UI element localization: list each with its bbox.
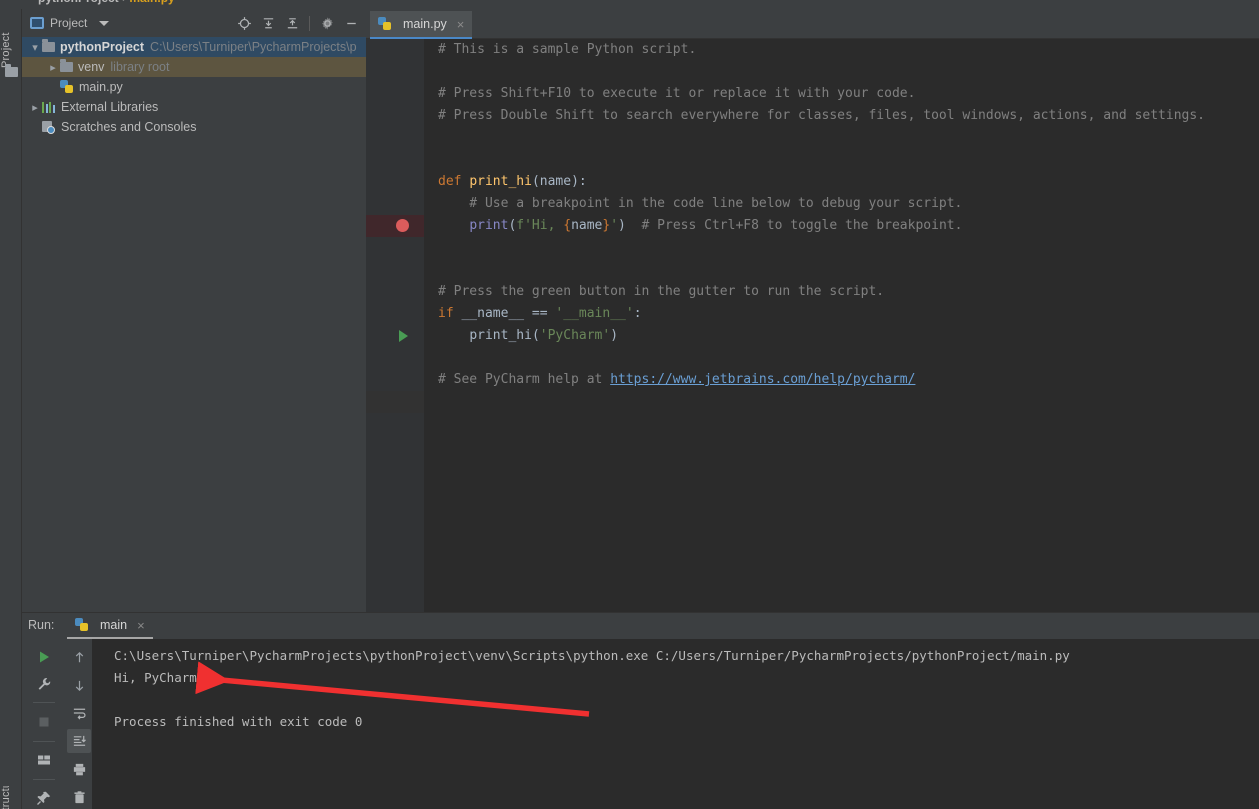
run-console[interactable]: C:\Users\Turniper\PycharmProjects\python…	[92, 639, 1259, 809]
python-file-icon	[75, 618, 89, 632]
project-tree[interactable]: pythonProject C:\Users\Turniper\PycharmP…	[22, 37, 366, 137]
toolbar-divider	[33, 702, 55, 704]
editor-tabbar: main.py ×	[366, 9, 1259, 39]
breakpoint-icon[interactable]	[396, 219, 409, 232]
layout-icon[interactable]	[32, 749, 56, 772]
tree-row[interactable]: Scratches and Consoles	[22, 117, 366, 137]
tree-row[interactable]: venv library root	[22, 57, 366, 77]
code-line: def print_hi(name):	[438, 174, 587, 189]
code-text[interactable]: # This is a sample Python script. # Pres…	[424, 39, 1259, 612]
console-line: C:\Users\Turniper\PycharmProjects\python…	[114, 648, 1070, 663]
folder-icon	[42, 39, 55, 52]
tree-item-label: pythonProject	[60, 40, 145, 54]
code-line: print_hi('PyCharm')	[469, 328, 619, 343]
locate-icon[interactable]	[233, 12, 255, 34]
tree-item-label: venv	[78, 60, 105, 74]
code-line: print(f'Hi, {name}') # Press Ctrl+F8 to …	[469, 218, 963, 233]
editor-gutter[interactable]	[366, 39, 424, 612]
project-panel-header: Project	[22, 9, 366, 37]
code-editor[interactable]: 1 2 3 4 5 6 7 8 9 10 11 12 13 14 15 16 1…	[366, 39, 1259, 612]
folder-icon	[5, 64, 18, 77]
code-line: # Use a breakpoint in the code line belo…	[438, 196, 963, 211]
tool-window-button-structure[interactable]: Structure	[0, 786, 22, 809]
run-label: Run:	[28, 618, 55, 632]
run-toolbar-right	[66, 639, 92, 809]
expand-all-icon[interactable]	[257, 12, 279, 34]
tab-label: main.py	[403, 17, 447, 31]
project-icon	[30, 17, 44, 29]
code-line: # See PyCharm help at https://www.jetbra…	[438, 372, 916, 387]
toolbar-divider	[309, 15, 310, 31]
run-tab-label: main	[100, 618, 128, 632]
rerun-icon[interactable]	[32, 645, 56, 668]
chevron-right-icon[interactable]	[46, 61, 60, 74]
toolbar-divider	[33, 740, 55, 742]
pin-icon[interactable]	[32, 787, 56, 809]
run-tab-main[interactable]: main ×	[67, 613, 153, 639]
code-line: # Press the green button in the gutter t…	[438, 284, 885, 299]
code-line: # This is a sample Python script.	[438, 42, 697, 57]
collapse-all-icon[interactable]	[281, 12, 303, 34]
breadcrumb-file[interactable]: main.py	[129, 0, 174, 5]
code-line: # Press Double Shift to search everywher…	[438, 108, 1206, 123]
minimize-icon[interactable]	[340, 12, 362, 34]
pycharm-window: pythonProject › main.py Project Structur…	[0, 0, 1259, 809]
soft-wrap-icon[interactable]	[67, 701, 91, 725]
close-icon[interactable]: ×	[137, 618, 145, 633]
print-icon[interactable]	[67, 757, 91, 781]
library-icon	[42, 101, 56, 113]
breadcrumb-separator: ›	[122, 0, 126, 5]
tree-row[interactable]: main.py	[22, 77, 366, 97]
project-panel-title: Project	[50, 16, 88, 30]
help-link[interactable]: https://www.jetbrains.com/help/pycharm/	[610, 372, 915, 387]
run-tool-window: Run: main × C:\Users\Turniper\PycharmPro…	[22, 612, 1259, 809]
trash-icon[interactable]	[67, 785, 91, 809]
tree-item-hint: C:\Users\Turniper\PycharmProjects\p	[150, 40, 357, 54]
tree-item-label: main.py	[79, 80, 123, 94]
project-tool-window: Project ▾ pythonProject C:\Users\Turnipe…	[22, 9, 388, 621]
stop-icon[interactable]	[32, 710, 56, 733]
run-panel-header: Run: main ×	[22, 613, 1259, 639]
tree-item-label: Scratches and Consoles	[61, 120, 197, 134]
arrow-up-icon[interactable]	[67, 645, 91, 669]
toolbar-divider	[33, 778, 55, 780]
breadcrumb-project[interactable]: pythonProject	[38, 0, 119, 5]
tree-item-label: External Libraries	[61, 100, 159, 114]
tab-main-py[interactable]: main.py ×	[370, 11, 473, 39]
scroll-to-end-icon[interactable]	[67, 729, 91, 753]
close-icon[interactable]: ×	[457, 17, 465, 32]
python-file-icon	[60, 80, 74, 94]
gear-icon[interactable]	[316, 12, 338, 34]
folder-icon	[60, 59, 73, 72]
chevron-down-icon[interactable]	[28, 41, 42, 54]
tree-row[interactable]: External Libraries	[22, 97, 366, 117]
console-line: Hi, PyCharm	[114, 670, 197, 685]
scratches-icon	[42, 120, 56, 134]
editor-area: main.py × 1 2 3 4 5 6 7 8 9 10 11 12 13 …	[366, 9, 1259, 612]
python-file-icon	[378, 17, 392, 31]
run-toolbar-left	[22, 639, 66, 809]
chevron-down-icon[interactable]	[99, 20, 110, 26]
breadcrumb: pythonProject › main.py	[0, 0, 1259, 9]
tree-row[interactable]: pythonProject C:\Users\Turniper\PycharmP…	[22, 37, 366, 57]
tree-item-hint: library root	[110, 60, 170, 74]
chevron-right-icon[interactable]	[28, 101, 42, 114]
wrench-icon[interactable]	[32, 672, 56, 695]
console-line: Process finished with exit code 0	[114, 714, 363, 729]
left-tool-strip: Project Structure	[0, 9, 22, 809]
run-gutter-icon[interactable]	[399, 330, 408, 342]
code-line: if __name__ == '__main__':	[438, 306, 642, 321]
arrow-down-icon[interactable]	[67, 673, 91, 697]
code-line: # Press Shift+F10 to execute it or repla…	[438, 86, 916, 101]
